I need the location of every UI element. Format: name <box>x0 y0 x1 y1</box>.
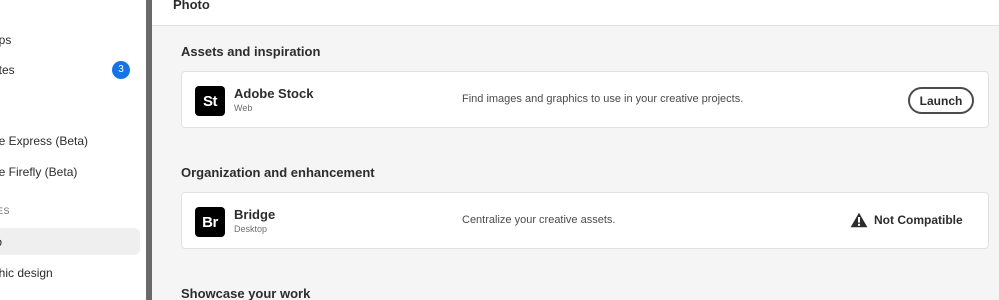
main-content: Photo Assets and inspiration St Adobe St… <box>152 0 999 300</box>
page-header: Photo <box>152 0 999 26</box>
sidebar-item-graphic-design[interactable]: phic design <box>0 259 140 286</box>
bridge-icon: Br <box>195 207 225 237</box>
app-description: Find images and graphics to use in your … <box>462 93 744 105</box>
section-title: Showcase your work <box>181 286 311 300</box>
sidebar-section-heading: D <box>0 104 1 114</box>
sidebar-item-adobe-express[interactable]: be Express (Beta) <box>0 127 140 154</box>
sidebar-item-adobe-firefly[interactable]: be Firefly (Beta) <box>0 158 140 185</box>
app-platform: Desktop <box>234 224 268 234</box>
sidebar-item-all-apps[interactable]: pps <box>0 26 140 53</box>
sidebar-item-photo[interactable]: to <box>0 228 140 255</box>
sidebar-item-label: be Firefly (Beta) <box>0 164 78 179</box>
sidebar-item-label: to <box>0 235 2 249</box>
compatibility-status: Not Compatible <box>850 212 963 228</box>
sidebar-item-label: be Express (Beta) <box>0 133 89 148</box>
app-platform: Web <box>234 103 253 113</box>
updates-count-badge: 3 <box>112 60 130 79</box>
sidebar-item-label: ates <box>0 62 15 77</box>
section-title: Assets and inspiration <box>181 44 321 59</box>
sidebar: pps ates 3 D be Express (Beta) be Firefl… <box>0 0 146 300</box>
sidebar-section-heading: IES <box>0 206 11 216</box>
app-name: Adobe Stock <box>234 86 314 101</box>
sidebar-item-label: pps <box>0 32 12 47</box>
section-title: Organization and enhancement <box>181 165 375 180</box>
sidebar-item-updates[interactable]: ates 3 <box>0 56 140 83</box>
adobe-stock-icon: St <box>195 86 225 116</box>
app-card-adobe-stock: St Adobe Stock Web Find images and graph… <box>181 71 989 128</box>
status-label: Not Compatible <box>874 213 963 227</box>
warning-icon <box>850 212 868 228</box>
app-name: Bridge <box>234 207 276 222</box>
page-title: Photo <box>173 0 210 12</box>
app-card-bridge: Br Bridge Desktop Centralize your creati… <box>181 192 989 249</box>
launch-button[interactable]: Launch <box>908 87 974 114</box>
app-description: Centralize your creative assets. <box>462 214 616 226</box>
sidebar-item-label: phic design <box>0 265 53 280</box>
